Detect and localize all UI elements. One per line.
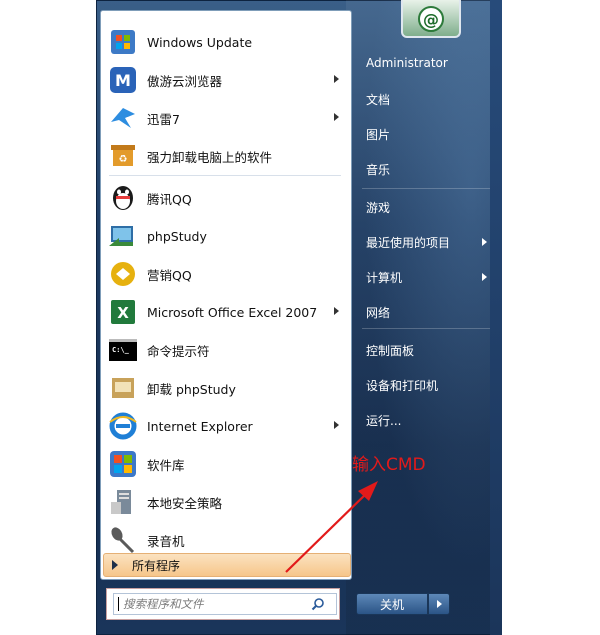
chevron-right-icon bbox=[436, 600, 442, 608]
svg-text:X: X bbox=[117, 304, 129, 322]
search-field bbox=[113, 593, 337, 615]
submenu-arrow-icon bbox=[482, 238, 487, 246]
program-label: 腾讯QQ bbox=[147, 191, 192, 207]
place-item[interactable]: 计算机 bbox=[366, 269, 402, 286]
software-library-icon bbox=[107, 448, 139, 480]
program-separator bbox=[109, 175, 341, 176]
program-item[interactable]: X Microsoft Office Excel 2007 bbox=[105, 295, 345, 329]
text-caret bbox=[118, 597, 119, 611]
search-input[interactable] bbox=[123, 596, 309, 612]
programs-panel: Windows Update M 傲游云浏览器 迅雷7 ♻ 强力卸载电脑上的软件 腾讯QQ p… bbox=[100, 10, 352, 580]
internet-explorer-icon bbox=[107, 410, 139, 442]
shutdown-options-button[interactable] bbox=[428, 593, 450, 615]
program-label: 卸载 phpStudy bbox=[147, 381, 236, 397]
search-icon[interactable] bbox=[311, 597, 325, 611]
program-label: 录音机 bbox=[147, 533, 185, 549]
shutdown-label: 关机 bbox=[379, 597, 404, 612]
svg-text:♻: ♻ bbox=[119, 154, 128, 165]
program-label: phpStudy bbox=[147, 228, 207, 244]
place-item[interactable]: 网络 bbox=[366, 304, 390, 321]
submenu-arrow-icon bbox=[334, 75, 339, 83]
place-item[interactable]: 设备和打印机 bbox=[366, 377, 438, 394]
place-item[interactable]: 运行... bbox=[366, 412, 401, 429]
thunder-bird-icon bbox=[107, 102, 139, 134]
program-item[interactable]: Internet Explorer bbox=[105, 409, 345, 443]
program-item[interactable]: 录音机 bbox=[105, 523, 345, 557]
program-item[interactable]: 本地安全策略 bbox=[105, 485, 345, 519]
excel-icon: X bbox=[107, 296, 139, 328]
place-item[interactable]: 图片 bbox=[366, 126, 390, 143]
user-avatar-icon: @ bbox=[418, 6, 444, 32]
program-item[interactable]: 营销QQ bbox=[105, 257, 345, 291]
program-item[interactable]: phpStudy bbox=[105, 219, 345, 253]
program-label: Windows Update bbox=[147, 34, 253, 50]
program-label: 命令提示符 bbox=[147, 343, 210, 359]
program-label: Internet Explorer bbox=[147, 418, 253, 434]
place-item[interactable]: 游戏 bbox=[366, 199, 390, 216]
program-item[interactable]: 软件库 bbox=[105, 447, 345, 481]
submenu-arrow-icon bbox=[334, 421, 339, 429]
place-item[interactable]: 最近使用的项目 bbox=[366, 234, 450, 251]
uninstall-box-icon: ♻ bbox=[107, 140, 139, 172]
program-label: Microsoft Office Excel 2007 bbox=[147, 304, 318, 320]
svg-text:C:\_: C:\_ bbox=[112, 346, 130, 354]
place-item[interactable]: Administrator bbox=[366, 56, 448, 70]
search-box bbox=[106, 588, 340, 620]
program-item[interactable]: ♻ 强力卸载电脑上的软件 bbox=[105, 139, 345, 173]
program-item[interactable]: 腾讯QQ bbox=[105, 181, 345, 215]
program-label: 迅雷7 bbox=[147, 111, 180, 127]
phpstudy-icon bbox=[107, 220, 139, 252]
program-label: 营销QQ bbox=[147, 267, 192, 283]
program-label: 本地安全策略 bbox=[147, 495, 223, 511]
submenu-arrow-icon bbox=[334, 307, 339, 315]
annotation-text: 输入CMD bbox=[352, 455, 426, 475]
svg-text:M: M bbox=[115, 71, 131, 90]
submenu-arrow-icon bbox=[482, 273, 487, 281]
security-policy-icon bbox=[107, 486, 139, 518]
cmd-icon: C:\_ bbox=[107, 334, 139, 366]
right-separator bbox=[362, 328, 490, 329]
all-programs-label: 所有程序 bbox=[132, 558, 181, 573]
program-label: 强力卸载电脑上的软件 bbox=[147, 149, 273, 165]
program-item[interactable]: 迅雷7 bbox=[105, 101, 345, 135]
program-label: 傲游云浏览器 bbox=[147, 73, 223, 89]
svg-text:@: @ bbox=[423, 10, 439, 29]
place-item[interactable]: 文档 bbox=[366, 91, 390, 108]
desktop-backdrop bbox=[490, 0, 502, 635]
user-picture[interactable]: @ bbox=[401, 0, 461, 38]
uninstall-phpstudy-icon bbox=[107, 372, 139, 404]
program-label: 软件库 bbox=[147, 457, 185, 473]
triangle-right-icon bbox=[112, 560, 118, 570]
marketing-qq-icon bbox=[107, 258, 139, 290]
place-item[interactable]: 控制面板 bbox=[366, 342, 414, 359]
program-item[interactable]: 卸载 phpStudy bbox=[105, 371, 345, 405]
all-programs-button[interactable]: 所有程序 bbox=[103, 553, 351, 577]
place-item[interactable]: 音乐 bbox=[366, 161, 390, 178]
right-separator bbox=[362, 188, 490, 189]
program-item[interactable]: M 傲游云浏览器 bbox=[105, 63, 345, 97]
program-item[interactable]: Windows Update bbox=[105, 25, 345, 59]
maxthon-browser-icon: M bbox=[107, 64, 139, 96]
qq-penguin-icon bbox=[107, 182, 139, 214]
microphone-icon bbox=[107, 524, 139, 556]
shutdown-button[interactable]: 关机 bbox=[356, 593, 428, 615]
program-item[interactable]: C:\_ 命令提示符 bbox=[105, 333, 345, 367]
windows-update-icon bbox=[107, 26, 139, 58]
submenu-arrow-icon bbox=[334, 113, 339, 121]
